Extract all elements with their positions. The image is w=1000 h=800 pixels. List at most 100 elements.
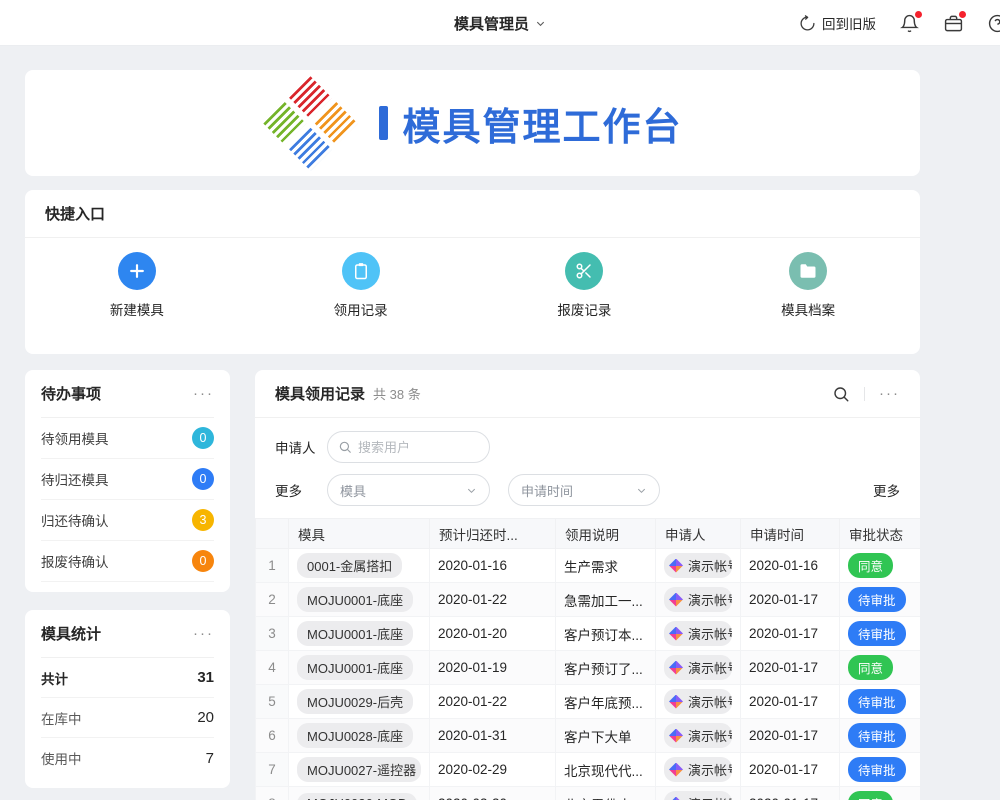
applicant-search-field[interactable] xyxy=(327,431,490,463)
stats-header: 模具统计 ··· xyxy=(41,610,214,658)
note-cell: 客户下大单 xyxy=(556,719,656,753)
quick-item-borrow-records[interactable]: 领用记录 xyxy=(249,252,473,319)
stats-title: 模具统计 xyxy=(41,623,101,644)
applicant-name: 演示帐号 xyxy=(688,590,732,609)
table-row[interactable]: 7 MOJU0027-遥控器 2020-02-29 北京现代代... 演示帐号 … xyxy=(256,753,921,787)
records-title: 模具领用记录 xyxy=(275,383,365,404)
folder-icon xyxy=(799,262,817,280)
table-row[interactable]: 1 0001-金属搭扣 2020-01-16 生产需求 演示帐号 2020-01… xyxy=(256,549,921,583)
count-badge: 3 xyxy=(192,509,214,531)
quick-item-scrap-records[interactable]: 报废记录 xyxy=(473,252,697,319)
mold-pill: 0001-金属搭扣 xyxy=(297,553,402,578)
notification-dot xyxy=(915,11,922,18)
stat-label: 在库中 xyxy=(41,708,82,728)
mold-pill: MOJU0028-底座 xyxy=(297,723,413,748)
quick-entry-title: 快捷入口 xyxy=(45,203,105,224)
applicant-pill: 演示帐号 xyxy=(664,587,732,612)
search-user-input[interactable] xyxy=(358,440,468,455)
status-badge: 待审批 xyxy=(848,587,906,612)
stat-row-in-use: 使用中 7 xyxy=(41,738,214,778)
notifications-button[interactable] xyxy=(898,12,920,34)
count-badge: 0 xyxy=(192,427,214,449)
quick-item-mold-archive[interactable]: 模具档案 xyxy=(696,252,920,319)
topbar-actions: 回到旧版 xyxy=(799,0,1000,46)
status-badge: 待审批 xyxy=(848,723,906,748)
workbench-button[interactable] xyxy=(942,12,964,34)
note-cell: 北京现代代... xyxy=(556,753,656,787)
col-row-number xyxy=(256,519,289,549)
records-table: 模具 预计归还时... 领用说明 申请人 申请时间 审批状态 1 0001-金属… xyxy=(255,518,920,800)
search-icon xyxy=(338,440,352,454)
table-body: 1 0001-金属搭扣 2020-01-16 生产需求 演示帐号 2020-01… xyxy=(256,549,921,800)
mold-pill: MOJU0001-底座 xyxy=(297,587,413,612)
quick-item-label: 领用记录 xyxy=(334,299,388,319)
content: 模具管理工作台 快捷入口 新建模具 领用记录 xyxy=(0,70,945,800)
todo-item-scrap-confirm[interactable]: 报废待确认 0 xyxy=(41,541,214,582)
applicant-name: 演示帐号 xyxy=(688,794,732,800)
clipboard-icon xyxy=(352,262,370,280)
apply-time-cell: 2020-01-16 xyxy=(741,549,840,583)
table-row[interactable]: 4 MOJU0001-底座 2020-01-19 客户预订了... 演示帐号 2… xyxy=(256,651,921,685)
table-row[interactable]: 3 MOJU0001-底座 2020-01-20 客户预订本... 演示帐号 2… xyxy=(256,617,921,651)
applicant-pill: 演示帐号 xyxy=(664,689,732,714)
row-number: 7 xyxy=(256,753,289,787)
note-cell: 客户预订了... xyxy=(556,651,656,685)
todo-label: 报废待确认 xyxy=(41,551,109,571)
todo-item-return-confirm[interactable]: 归还待确认 3 xyxy=(41,500,214,541)
avatar xyxy=(669,695,683,709)
due-date-cell: 2020-01-31 xyxy=(430,719,556,753)
quick-entry-items: 新建模具 领用记录 报废记录 xyxy=(25,238,920,319)
col-applicant: 申请人 xyxy=(656,519,741,549)
banner-card: 模具管理工作台 xyxy=(25,70,920,176)
applicant-name: 演示帐号 xyxy=(688,658,732,677)
back-to-old-version-button[interactable]: 回到旧版 xyxy=(799,13,876,33)
avatar xyxy=(669,797,683,800)
table-row[interactable]: 2 MOJU0001-底座 2020-01-22 急需加工一... 演示帐号 2… xyxy=(256,583,921,617)
count-badge: 0 xyxy=(192,468,214,490)
more-link[interactable]: 更多 xyxy=(873,480,900,500)
workbench-title: 模具管理工作台 xyxy=(402,96,682,151)
records-menu-button[interactable]: ··· xyxy=(879,386,900,401)
chevron-down-icon xyxy=(535,18,546,29)
stats-menu-button[interactable]: ··· xyxy=(193,626,214,641)
applicant-name: 演示帐号 xyxy=(688,726,732,745)
quick-item-new-mold[interactable]: 新建模具 xyxy=(25,252,249,319)
stats-panel: 模具统计 ··· 共计 31 在库中 20 使用中 7 xyxy=(25,610,230,788)
mold-filter-select[interactable]: 模具 xyxy=(327,474,490,506)
note-cell: 客户年底预... xyxy=(556,685,656,719)
mold-pill: MOJU0027-遥控器 xyxy=(297,757,421,782)
row-number: 5 xyxy=(256,685,289,719)
col-apply-time: 申请时间 xyxy=(741,519,840,549)
stat-row-total: 共计 31 xyxy=(41,658,214,698)
note-cell: 北京雪佛来... xyxy=(556,787,656,800)
apply-time-cell: 2020-01-17 xyxy=(741,753,840,787)
note-cell: 客户预订本... xyxy=(556,617,656,651)
stat-row-in-stock: 在库中 20 xyxy=(41,698,214,738)
todo-item-pending-borrow[interactable]: 待领用模具 0 xyxy=(41,418,214,459)
back-to-old-label: 回到旧版 xyxy=(822,13,876,33)
due-date-cell: 2020-02-29 xyxy=(430,753,556,787)
left-column: 待办事项 ··· 待领用模具 0 待归还模具 0 归还待确认 3 xyxy=(25,370,230,788)
row-number: 2 xyxy=(256,583,289,617)
table-row[interactable]: 5 MOJU0029-后壳 2020-01-22 客户年底预... 演示帐号 2… xyxy=(256,685,921,719)
help-button[interactable] xyxy=(986,12,1000,34)
todo-menu-button[interactable]: ··· xyxy=(193,386,214,401)
todo-label: 待归还模具 xyxy=(41,469,109,489)
quick-item-label: 模具档案 xyxy=(781,299,835,319)
search-icon[interactable] xyxy=(832,385,850,403)
table-row[interactable]: 8 MOJU0026-MOD 2020-03-20 北京雪佛来... 演示帐号 … xyxy=(256,787,921,800)
due-date-cell: 2020-01-19 xyxy=(430,651,556,685)
applicant-pill: 演示帐号 xyxy=(664,791,732,800)
apply-time-filter-select[interactable]: 申请时间 xyxy=(508,474,660,506)
table-row[interactable]: 6 MOJU0028-底座 2020-01-31 客户下大单 演示帐号 2020… xyxy=(256,719,921,753)
status-badge: 待审批 xyxy=(848,689,906,714)
new-mold-circle xyxy=(118,252,156,290)
todo-label: 待领用模具 xyxy=(41,428,109,448)
todo-item-pending-return[interactable]: 待归还模具 0 xyxy=(41,459,214,500)
row-number: 4 xyxy=(256,651,289,685)
avatar xyxy=(669,593,683,607)
chevron-down-icon xyxy=(636,485,647,496)
app-logo xyxy=(266,81,355,166)
avatar xyxy=(669,559,683,573)
applicant-pill: 演示帐号 xyxy=(664,621,732,646)
